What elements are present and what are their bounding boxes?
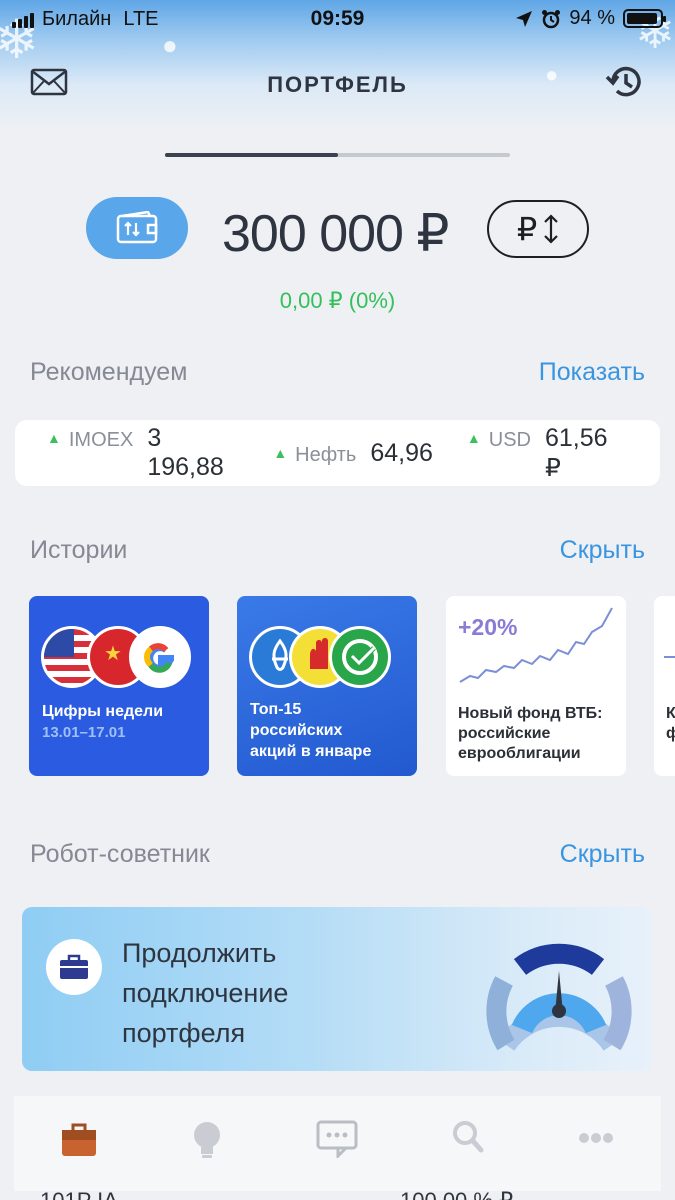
page-indicator-active [165, 153, 338, 157]
ticker-value: 64,96 [370, 438, 433, 467]
swap-vertical-icon [544, 214, 558, 244]
currency-symbol: ₽ [516, 211, 538, 247]
story-card[interactable]: ★ Цифры недели 13.01–17.01 [29, 596, 209, 776]
recommend-header: Рекомендуем Показать [30, 358, 645, 387]
story-chart-fragment [664, 656, 675, 658]
tab-portfolio-briefcase-icon[interactable] [60, 1120, 98, 1158]
peek-text: 101P IA [40, 1190, 118, 1200]
story-card[interactable]: Топ-15 российских акций в январе [237, 596, 417, 776]
ticker-item[interactable]: ▲ IMOEX 3 196,88 [47, 424, 239, 482]
ticker-item[interactable]: ▲ USD 61,56 ₽ [467, 424, 626, 483]
wallet-transfer-button[interactable] [86, 197, 188, 259]
tab-ideas-lightbulb-icon[interactable] [190, 1120, 224, 1160]
peek-text: 100 00 % ₽ . [400, 1190, 525, 1200]
briefcase-icon [46, 939, 102, 995]
story-title: российские [458, 725, 551, 742]
story-card[interactable]: +20% Новый фонд ВТБ: российские еврообли… [446, 596, 626, 776]
robot-title: Робот-советник [30, 840, 210, 868]
tab-bar [14, 1096, 661, 1191]
up-arrow-icon: ▲ [273, 444, 288, 461]
story-title: Новый фонд ВТБ: [458, 705, 603, 722]
status-bar: Билайн LTE 09:59 94 % [0, 0, 675, 38]
stories-title: Истории [30, 536, 128, 564]
risk-gauge-icon [486, 943, 632, 1051]
alarm-icon [542, 9, 561, 28]
page-title: ПОРТФЕЛЬ [267, 72, 408, 97]
ticker-name: USD [488, 428, 531, 451]
story-title: акций в январе [250, 743, 372, 760]
tab-more-icon[interactable] [578, 1132, 614, 1144]
stories-carousel[interactable]: ★ Цифры недели 13.01–17.01 Топ-15 россий… [29, 596, 675, 776]
wallet-transfer-icon [116, 211, 158, 244]
up-arrow-icon: ▲ [466, 429, 481, 446]
story-title: Топ-15 [250, 701, 302, 718]
currency-switch-button[interactable]: ₽ [487, 200, 589, 258]
ticker-value: 61,56 ₽ [545, 423, 608, 482]
battery-percent: 94 % [569, 7, 615, 29]
up-arrow-icon: ▲ [47, 430, 61, 446]
story-title: еврооблигации [458, 745, 581, 762]
tab-chat-icon[interactable] [316, 1120, 358, 1158]
growth-chart-icon [459, 607, 613, 683]
page-indicator [165, 153, 510, 157]
robot-card-line: подключение [122, 978, 289, 1008]
ticker-name: Нефть [295, 443, 357, 466]
robot-hide-button[interactable]: Скрыть [560, 840, 645, 869]
robot-card-line: портфеля [122, 1018, 246, 1048]
google-logo-icon [129, 626, 191, 688]
battery-fill [627, 13, 658, 24]
ticker-name: IMOEX [68, 429, 134, 451]
tab-search-icon[interactable] [452, 1120, 484, 1154]
robot-advisor-card[interactable]: Продолжить подключение портфеля [22, 907, 653, 1071]
battery-icon [623, 9, 666, 28]
stories-header: Истории Скрыть [30, 536, 645, 565]
robot-header: Робот-советник Скрыть [30, 840, 645, 869]
recommend-show-button[interactable]: Показать [539, 358, 645, 387]
story-title: К [666, 705, 675, 722]
stories-hide-button[interactable]: Скрыть [560, 536, 645, 565]
story-subtitle: 13.01–17.01 [42, 724, 126, 741]
history-icon[interactable] [605, 62, 645, 102]
sberbank-logo-icon [329, 626, 391, 688]
list-peek-row: 101P IA 100 00 % ₽ . [0, 1190, 675, 1200]
portfolio-change: 0,00 ₽ (0%) [279, 288, 396, 313]
robot-card-line: Продолжить [122, 938, 277, 968]
location-icon [516, 10, 533, 27]
robot-card-text: Продолжить подключение портфеля [122, 933, 288, 1053]
story-title: Цифры недели [42, 703, 164, 720]
ticker-strip[interactable]: ▲ IMOEX 3 196,88 ▲ Нефть 64,96 ▲ USD 61,… [15, 420, 660, 486]
ticker-value: 3 196,88 [147, 424, 224, 481]
recommend-title: Рекомендуем [30, 358, 188, 386]
story-card[interactable]: К ф [654, 596, 675, 776]
portfolio-balance: 300 000 ₽ [222, 205, 449, 263]
story-title: российских [250, 722, 343, 739]
ticker-item[interactable]: ▲ Нефть 64,96 [273, 439, 433, 468]
nav-bar: ПОРТФЕЛЬ [0, 50, 675, 120]
story-title: ф [666, 725, 675, 742]
